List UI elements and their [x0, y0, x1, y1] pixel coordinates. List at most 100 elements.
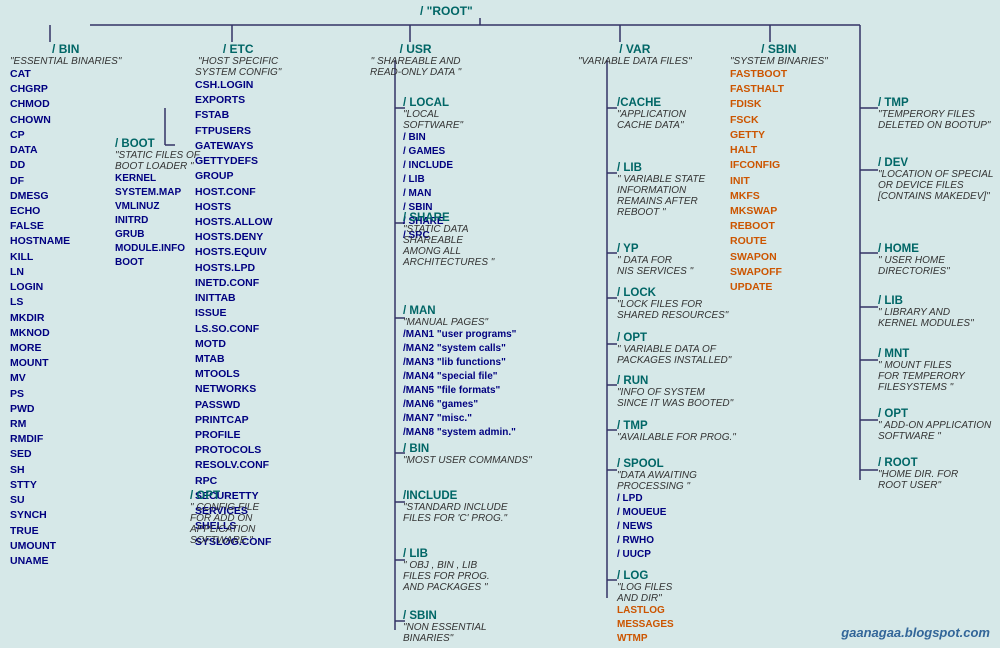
- usr-lib-node: / LIB " OBJ , BIN , LIBFILES FOR PROG.AN…: [403, 548, 490, 593]
- man-node: / MAN "MANUAL PAGES" /MAN1 "user program…: [403, 305, 516, 440]
- opt-right-desc: " ADD-ON APPLICATIONSOFTWARE ": [878, 420, 991, 442]
- dev-node: / DEV "LOCATION OF SPECIALOR DEVICE FILE…: [878, 157, 993, 202]
- etc-node: / ETC "HOST SPECIFICSYSTEM CONFIG" CSH.L…: [195, 42, 281, 550]
- lock-title: / LOCK: [617, 287, 728, 299]
- home-title: / HOME: [878, 243, 950, 255]
- var-node: / VAR "VARIABLE DATA FILES": [578, 42, 692, 67]
- usr-bin-title: / BIN: [403, 443, 532, 455]
- var-opt-title: / OPT: [617, 332, 731, 344]
- rootdir-title: / ROOT: [878, 457, 958, 469]
- man-list: /MAN1 "user programs"/MAN2 "system calls…: [403, 328, 516, 440]
- etc-list: CSH.LOGINEXPORTSFSTABFTPUSERSGATEWAYSGET…: [195, 78, 281, 550]
- mnt-title: / MNT: [878, 348, 965, 360]
- opt-right-title: / OPT: [878, 408, 991, 420]
- include-desc: "STANDARD INCLUDEFILES FOR 'C' PROG.": [403, 502, 508, 524]
- etc-desc: "HOST SPECIFICSYSTEM CONFIG": [195, 56, 281, 78]
- home-desc: " USER HOMEDIRECTORIES": [878, 255, 950, 277]
- local-desc: "LOCALSOFTWARE": [403, 109, 463, 131]
- var-title: / VAR: [578, 42, 692, 56]
- run-desc: "INFO OF SYSTEMSINCE IT WAS BOOTED": [617, 387, 733, 409]
- boot-title: / BOOT: [115, 138, 200, 150]
- watermark: gaanagaa.blogspot.com: [841, 625, 990, 640]
- usr-sbin-title: / SBIN: [403, 610, 487, 622]
- rootdir-desc: "HOME DIR. FORROOT USER": [878, 469, 958, 491]
- home-node: / HOME " USER HOMEDIRECTORIES": [878, 243, 950, 277]
- bin-node: / BIN "ESSENTIAL BINARIES" CATCHGRPCHMOD…: [10, 42, 121, 569]
- usr-lib-title: / LIB: [403, 548, 490, 560]
- var-tmp-title: / TMP: [617, 420, 736, 432]
- bin-desc: "ESSENTIAL BINARIES": [10, 56, 121, 67]
- bin-list: CATCHGRPCHMODCHOWNCPDATADDDFDMESGECHOFAL…: [10, 67, 121, 569]
- usr-node: / USR " SHAREABLE ANDREAD-ONLY DATA ": [370, 42, 461, 78]
- lock-node: / LOCK "LOCK FILES FORSHARED RESOURCES": [617, 287, 728, 321]
- var-tmp-node: / TMP "AVAILABLE FOR PROG.": [617, 420, 736, 443]
- dev-title: / DEV: [878, 157, 993, 169]
- tree-container: / "ROOT" / BIN "ESSENTIAL BINARIES" CATC…: [0, 0, 1000, 648]
- rootdir-node: / ROOT "HOME DIR. FORROOT USER": [878, 457, 958, 491]
- cache-title: /CACHE: [617, 97, 686, 109]
- run-node: / RUN "INFO OF SYSTEMSINCE IT WAS BOOTED…: [617, 375, 733, 409]
- log-list: LASTLOGMESSAGESWTMP: [617, 604, 674, 646]
- yp-title: / YP: [617, 243, 693, 255]
- mnt-desc: " MOUNT FILESFOR TEMPERORYFILESYSTEMS ": [878, 360, 965, 393]
- usr-desc: " SHAREABLE ANDREAD-ONLY DATA ": [370, 56, 461, 78]
- usr-lib-desc: " OBJ , BIN , LIBFILES FOR PROG.AND PACK…: [403, 560, 490, 593]
- usr-bin-desc: "MOST USER COMMANDS": [403, 455, 532, 466]
- var-desc: "VARIABLE DATA FILES": [578, 56, 692, 67]
- tmp-desc: "TEMPERORY FILESDELETED ON BOOTUP": [878, 109, 990, 131]
- etc-opt-node: / OPT " CONFIG FILEFOR ADD ONAPPLICATION…: [190, 490, 259, 546]
- spool-node: / SPOOL "DATA AWAITINGPROCESSING " / LPD…: [617, 458, 697, 562]
- cache-node: /CACHE "APPLICATIONCACHE DATA": [617, 97, 686, 131]
- include-node: /INCLUDE "STANDARD INCLUDEFILES FOR 'C' …: [403, 490, 508, 524]
- usr-title: / USR: [370, 42, 461, 56]
- man-title: / MAN: [403, 305, 516, 317]
- sbin-node: / SBIN "SYSTEM BINARIES" FASTBOOTFASTHAL…: [730, 42, 828, 295]
- boot-desc: "STATIC FILES OFBOOT LOADER ": [115, 150, 200, 172]
- cache-desc: "APPLICATIONCACHE DATA": [617, 109, 686, 131]
- usr-sbin-desc: "NON ESSENTIALBINARIES": [403, 622, 487, 644]
- tmp-node: / TMP "TEMPERORY FILESDELETED ON BOOTUP": [878, 97, 990, 131]
- usr-bin-node: / BIN "MOST USER COMMANDS": [403, 443, 532, 466]
- var-opt-node: / OPT " VARIABLE DATA OFPACKAGES INSTALL…: [617, 332, 731, 366]
- sbin-desc: "SYSTEM BINARIES": [730, 56, 828, 67]
- spool-title: / SPOOL: [617, 458, 697, 470]
- tmp-title: / TMP: [878, 97, 990, 109]
- dev-desc: "LOCATION OF SPECIALOR DEVICE FILES[CONT…: [878, 169, 993, 202]
- share-title: / SHARE: [403, 212, 494, 224]
- etc-opt-title: / OPT: [190, 490, 259, 502]
- var-lib-node: / LIB " VARIABLE STATEINFORMATIONREMAINS…: [617, 162, 705, 218]
- log-title: / LOG: [617, 570, 674, 582]
- etc-opt-desc: " CONFIG FILEFOR ADD ONAPPLICATIONSOFTWA…: [190, 502, 259, 546]
- var-opt-desc: " VARIABLE DATA OFPACKAGES INSTALLED": [617, 344, 731, 366]
- yp-node: / YP " DATA FORNIS SERVICES ": [617, 243, 693, 277]
- opt-right-node: / OPT " ADD-ON APPLICATIONSOFTWARE ": [878, 408, 991, 442]
- yp-desc: " DATA FORNIS SERVICES ": [617, 255, 693, 277]
- boot-list: KERNELSYSTEM.MAPVMLINUZINITRDGRUBMODULE.…: [115, 172, 200, 270]
- spool-desc: "DATA AWAITINGPROCESSING ": [617, 470, 697, 492]
- share-desc: "STATIC DATASHAREABLEAMONG ALLARCHITECTU…: [403, 224, 494, 268]
- spool-list: / LPD/ MOUEUE/ NEWS/ RWHO/ UUCP: [617, 492, 697, 562]
- root-node: / "ROOT": [420, 4, 473, 18]
- boot-node: / BOOT "STATIC FILES OFBOOT LOADER " KER…: [115, 138, 200, 270]
- log-desc: "LOG FILESAND DIR": [617, 582, 674, 604]
- sbin-title: / SBIN: [730, 42, 828, 56]
- lock-desc: "LOCK FILES FORSHARED RESOURCES": [617, 299, 728, 321]
- var-tmp-desc: "AVAILABLE FOR PROG.": [617, 432, 736, 443]
- mnt-node: / MNT " MOUNT FILESFOR TEMPERORYFILESYST…: [878, 348, 965, 393]
- include-title: /INCLUDE: [403, 490, 508, 502]
- etc-title: / ETC: [195, 42, 281, 56]
- root-title: / "ROOT": [420, 4, 473, 18]
- share-node: / SHARE "STATIC DATASHAREABLEAMONG ALLAR…: [403, 212, 494, 268]
- sbin-list: FASTBOOTFASTHALTFDISKFSCKGETTYHALTIFCONF…: [730, 67, 828, 295]
- local-title: / LOCAL: [403, 97, 463, 109]
- usr-sbin-node: / SBIN "NON ESSENTIALBINARIES": [403, 610, 487, 644]
- var-lib-title: / LIB: [617, 162, 705, 174]
- run-title: / RUN: [617, 375, 733, 387]
- lib-right-desc: " LIBRARY ANDKERNEL MODULES": [878, 307, 974, 329]
- man-desc: "MANUAL PAGES": [403, 317, 516, 328]
- log-node: / LOG "LOG FILESAND DIR" LASTLOGMESSAGES…: [617, 570, 674, 646]
- lib-right-node: / LIB " LIBRARY ANDKERNEL MODULES": [878, 295, 974, 329]
- lib-right-title: / LIB: [878, 295, 974, 307]
- var-lib-desc: " VARIABLE STATEINFORMATIONREMAINS AFTER…: [617, 174, 705, 218]
- bin-title: / BIN: [10, 42, 121, 56]
